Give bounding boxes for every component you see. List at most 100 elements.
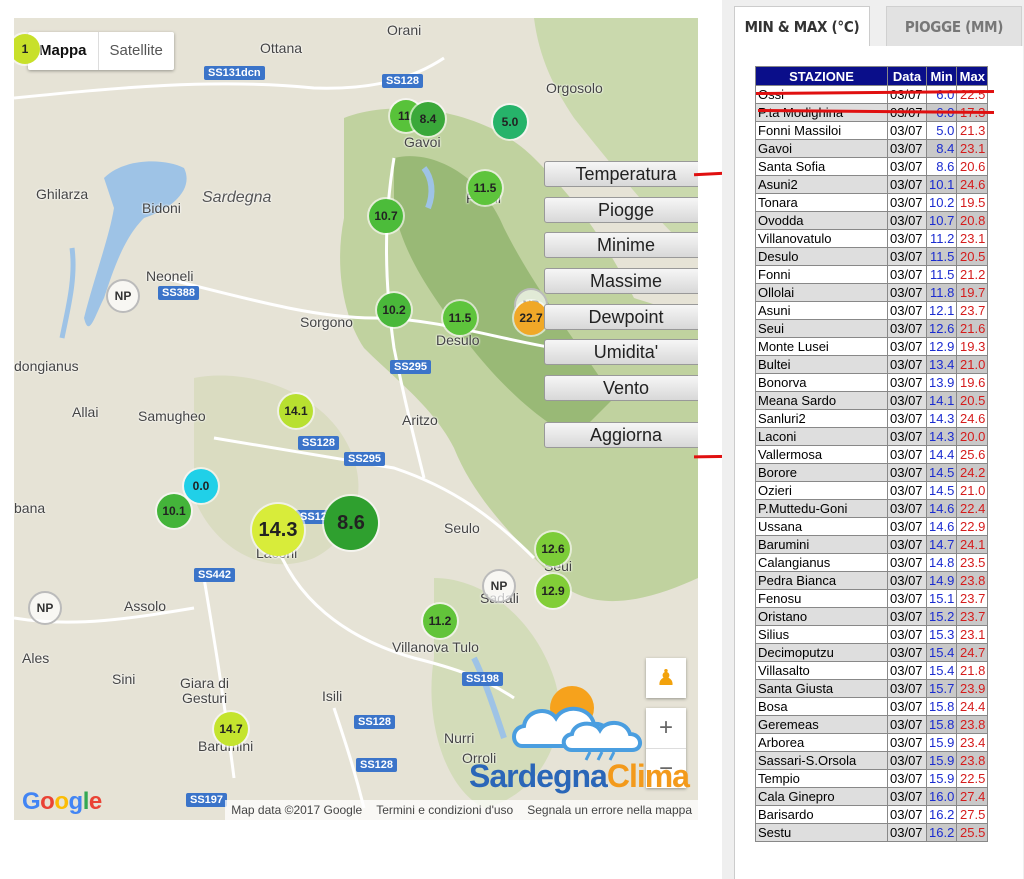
temperature-marker[interactable]: 5.0 <box>493 105 527 139</box>
temperature-marker[interactable]: 11.5 <box>468 171 502 205</box>
station-date: 03/07 <box>887 751 927 770</box>
station-name: Villasalto <box>755 661 888 680</box>
station-max: 21.8 <box>956 661 989 680</box>
station-max: 25.6 <box>956 445 989 464</box>
np-marker[interactable]: NP <box>482 569 516 603</box>
table-row: Barumini 03/07 14.7 24.1 <box>755 535 989 554</box>
table-row: Ozieri 03/07 14.5 21.0 <box>755 481 989 500</box>
table-row: Santa Giusta 03/07 15.7 23.9 <box>755 679 989 698</box>
place-label: Gesturi <box>182 690 228 706</box>
station-max: 23.8 <box>956 751 989 770</box>
station-min: 5.0 <box>925 121 958 140</box>
table-row: Bosa 03/07 15.8 24.4 <box>755 697 989 716</box>
temperature-marker[interactable]: 22.7 <box>514 301 548 335</box>
station-max: 24.2 <box>956 463 989 482</box>
station-min: 12.9 <box>925 337 958 356</box>
station-min: 15.8 <box>925 715 958 734</box>
map-type-satellite-button[interactable]: Satellite <box>99 32 174 70</box>
temperature-marker[interactable]: 11.5 <box>443 301 477 335</box>
temperature-marker[interactable]: 8.6 <box>324 496 378 550</box>
table-row: Santa Sofia 03/07 8.6 20.6 <box>755 157 989 176</box>
station-max: 24.6 <box>956 175 989 194</box>
station-max: 23.9 <box>956 679 989 698</box>
station-min: 15.9 <box>925 751 958 770</box>
station-date: 03/07 <box>887 769 927 788</box>
table-row: Sestu 03/07 16.2 25.5 <box>755 823 989 842</box>
station-min: 8.4 <box>925 139 958 158</box>
table-row: Asuni2 03/07 10.1 24.6 <box>755 175 989 194</box>
temperature-marker[interactable]: 10.7 <box>369 199 403 233</box>
temperature-marker[interactable]: 12.6 <box>536 532 570 566</box>
place-label: Giara di <box>180 675 230 691</box>
vento-button[interactable]: Vento <box>544 375 698 401</box>
station-max: 20.5 <box>956 247 989 266</box>
station-min: 10.1 <box>925 175 958 194</box>
station-name: Asuni <box>755 301 888 320</box>
dewpoint-button[interactable]: Dewpoint <box>544 304 698 330</box>
station-date: 03/07 <box>887 661 927 680</box>
tab-min-max[interactable]: MIN & MAX (°C) <box>734 6 870 47</box>
temperature-marker[interactable]: 10.1 <box>157 494 191 528</box>
station-date: 03/07 <box>887 121 927 140</box>
umidita-button[interactable]: Umidita' <box>544 339 698 365</box>
station-max: 23.7 <box>956 301 989 320</box>
station-name: Santa Sofia <box>755 157 888 176</box>
station-name: Fonni Massiloi <box>755 121 888 140</box>
station-max: 22.4 <box>956 499 989 518</box>
station-date: 03/07 <box>887 391 927 410</box>
station-name: Decimoputzu <box>755 643 888 662</box>
temperature-marker[interactable]: 12.9 <box>536 574 570 608</box>
station-name: Ozieri <box>755 481 888 500</box>
station-max: 23.7 <box>956 607 989 626</box>
temperature-marker[interactable]: 11.2 <box>423 604 457 638</box>
table-row: Sanluri2 03/07 14.3 24.6 <box>755 409 989 428</box>
station-name: Gavoi <box>755 139 888 158</box>
station-min: 14.1 <box>925 391 958 410</box>
table-row: Desulo 03/07 11.5 20.5 <box>755 247 989 266</box>
piogge-button[interactable]: Piogge <box>544 197 698 223</box>
station-max: 24.6 <box>956 409 989 428</box>
temperatura-button[interactable]: Temperatura <box>544 161 698 187</box>
road-shield: SS198 <box>462 672 504 686</box>
massime-button[interactable]: Massime <box>544 268 698 294</box>
station-name: Barisardo <box>755 805 888 824</box>
station-max: 22.5 <box>956 85 989 104</box>
station-min: 11.5 <box>925 265 958 284</box>
table-row: Seui 03/07 12.6 21.6 <box>755 319 989 338</box>
station-min: 8.6 <box>925 157 958 176</box>
station-max: 20.5 <box>956 391 989 410</box>
minime-button[interactable]: Minime <box>544 232 698 258</box>
temperature-marker[interactable]: 14.1 <box>279 394 313 428</box>
terms-link[interactable]: Termini e condizioni d'uso <box>376 800 513 820</box>
station-min: 15.9 <box>925 733 958 752</box>
station-max: 20.0 <box>956 427 989 446</box>
map-view[interactable]: Mappa Satellite Ottana Orani Orgosolo Gavoi… <box>14 18 698 820</box>
col-max: Max <box>956 66 989 86</box>
station-min: 15.3 <box>925 625 958 644</box>
station-date: 03/07 <box>887 553 927 572</box>
station-date: 03/07 <box>887 823 927 842</box>
table-row: Bultei 03/07 13.4 21.0 <box>755 355 989 374</box>
place-label: Orani <box>387 22 422 38</box>
station-min: 16.2 <box>925 823 958 842</box>
aggiorna-button[interactable]: Aggiorna <box>544 422 698 448</box>
report-error-link[interactable]: Segnala un errore nella mappa <box>527 800 692 820</box>
station-date: 03/07 <box>887 679 927 698</box>
station-max: 19.3 <box>956 337 989 356</box>
station-date: 03/07 <box>887 643 927 662</box>
station-name: Barumini <box>755 535 888 554</box>
temperature-marker[interactable]: 14.7 <box>214 712 248 746</box>
table-row: P.Muttedu-Goni 03/07 14.6 22.4 <box>755 499 989 518</box>
temperature-marker[interactable]: 8.4 <box>411 102 445 136</box>
station-max: 23.8 <box>956 715 989 734</box>
temperature-marker[interactable]: 10.2 <box>377 293 411 327</box>
map-type-control: Mappa Satellite <box>28 32 174 70</box>
temperature-marker[interactable]: 0.0 <box>184 469 218 503</box>
station-min: 12.1 <box>925 301 958 320</box>
tab-piogge[interactable]: PIOGGE (MM) <box>886 6 1022 48</box>
np-marker[interactable]: NP <box>106 279 140 313</box>
station-name: Laconi <box>755 427 888 446</box>
temperature-marker[interactable]: 14.3 <box>252 504 304 556</box>
station-date: 03/07 <box>887 157 927 176</box>
np-marker[interactable]: NP <box>28 591 62 625</box>
